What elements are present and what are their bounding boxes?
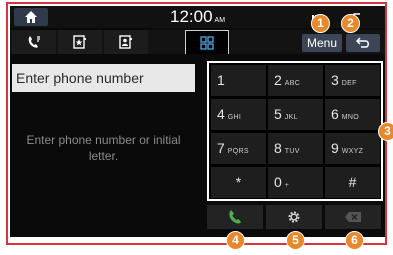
key-star[interactable]: * <box>211 167 266 198</box>
key-letters: ABC <box>284 80 301 87</box>
callout-4: 4 <box>226 231 245 250</box>
key-digit: 7 <box>217 140 225 156</box>
callout-1: 1 <box>311 14 330 33</box>
key-1[interactable]: 1 <box>211 65 266 96</box>
key-4[interactable]: 4 GHI <box>211 99 266 130</box>
key-0[interactable]: 0 + <box>268 167 323 198</box>
tab-keypad[interactable] <box>185 30 229 54</box>
key-letters: GHI <box>227 114 242 121</box>
key-digit: 3 <box>331 72 339 88</box>
back-button[interactable] <box>346 34 380 52</box>
key-letters: PQRS <box>227 148 249 155</box>
key-letters: MNO <box>341 114 360 121</box>
tab-recent-calls[interactable] <box>12 30 56 54</box>
tab-contacts[interactable] <box>104 30 148 54</box>
key-digit: 8 <box>274 140 282 156</box>
key-letters: TUV <box>284 148 300 155</box>
key-digit: 4 <box>217 106 225 122</box>
key-letters: JKL <box>284 114 298 121</box>
recent-calls-icon <box>28 36 40 48</box>
tab-bar: Menu <box>10 30 385 54</box>
delete-icon <box>345 212 361 222</box>
phone-number-field[interactable]: Enter phone number <box>12 64 195 92</box>
key-letters: WXYZ <box>341 148 364 155</box>
favorites-icon <box>73 35 86 49</box>
menu-button[interactable]: Menu <box>302 34 342 52</box>
key-digit: 2 <box>274 72 282 88</box>
key-digit: 5 <box>274 106 282 122</box>
key-letters: DEF <box>341 80 357 87</box>
home-icon <box>25 11 37 23</box>
callout-5: 5 <box>286 231 305 250</box>
callout-3: 3 <box>378 122 393 141</box>
key-digit: 6 <box>331 106 339 122</box>
home-button[interactable] <box>14 8 48 26</box>
key-2[interactable]: 2 ABC <box>268 65 323 96</box>
dialer-hint: Enter phone number or initial letter. <box>26 133 181 163</box>
key-digit: # <box>348 174 357 190</box>
key-letters: + <box>284 182 290 189</box>
keypad: 1 2 ABC 3 DEF 4 GHI 5 JKL 6 MNO 7 PQRS 8 TUV 9W… <box>207 61 383 201</box>
callout-6: 6 <box>345 231 364 250</box>
phone-screen: 12:00 AM Menu Enter phone number Enter p… <box>10 6 385 237</box>
key-9[interactable]: 9 WXYZ <box>325 133 380 164</box>
back-icon <box>356 37 369 48</box>
key-digit: * <box>235 174 242 190</box>
keypad-icon <box>200 35 214 50</box>
call-button[interactable] <box>207 205 263 229</box>
key-digit: 0 <box>274 174 282 190</box>
delete-button[interactable] <box>325 205 381 229</box>
tab-favorites[interactable] <box>58 30 102 54</box>
key-hash[interactable]: # <box>325 167 380 198</box>
key-6[interactable]: 6 MNO <box>325 99 380 130</box>
clock-time: 12:00 <box>170 7 213 26</box>
key-8[interactable]: 8 TUV <box>268 133 323 164</box>
key-5[interactable]: 5 JKL <box>268 99 323 130</box>
key-3[interactable]: 3 DEF <box>325 65 380 96</box>
key-digit: 1 <box>217 72 225 88</box>
clock-ampm: AM <box>214 17 226 24</box>
call-icon <box>229 210 241 224</box>
settings-icon <box>288 211 300 223</box>
settings-button[interactable] <box>266 205 322 229</box>
clock: 12:00 AM <box>170 7 225 31</box>
key-digit: 9 <box>331 140 339 156</box>
callout-2: 2 <box>341 14 360 33</box>
contacts-icon <box>119 35 132 49</box>
key-7[interactable]: 7 PQRS <box>211 133 266 164</box>
